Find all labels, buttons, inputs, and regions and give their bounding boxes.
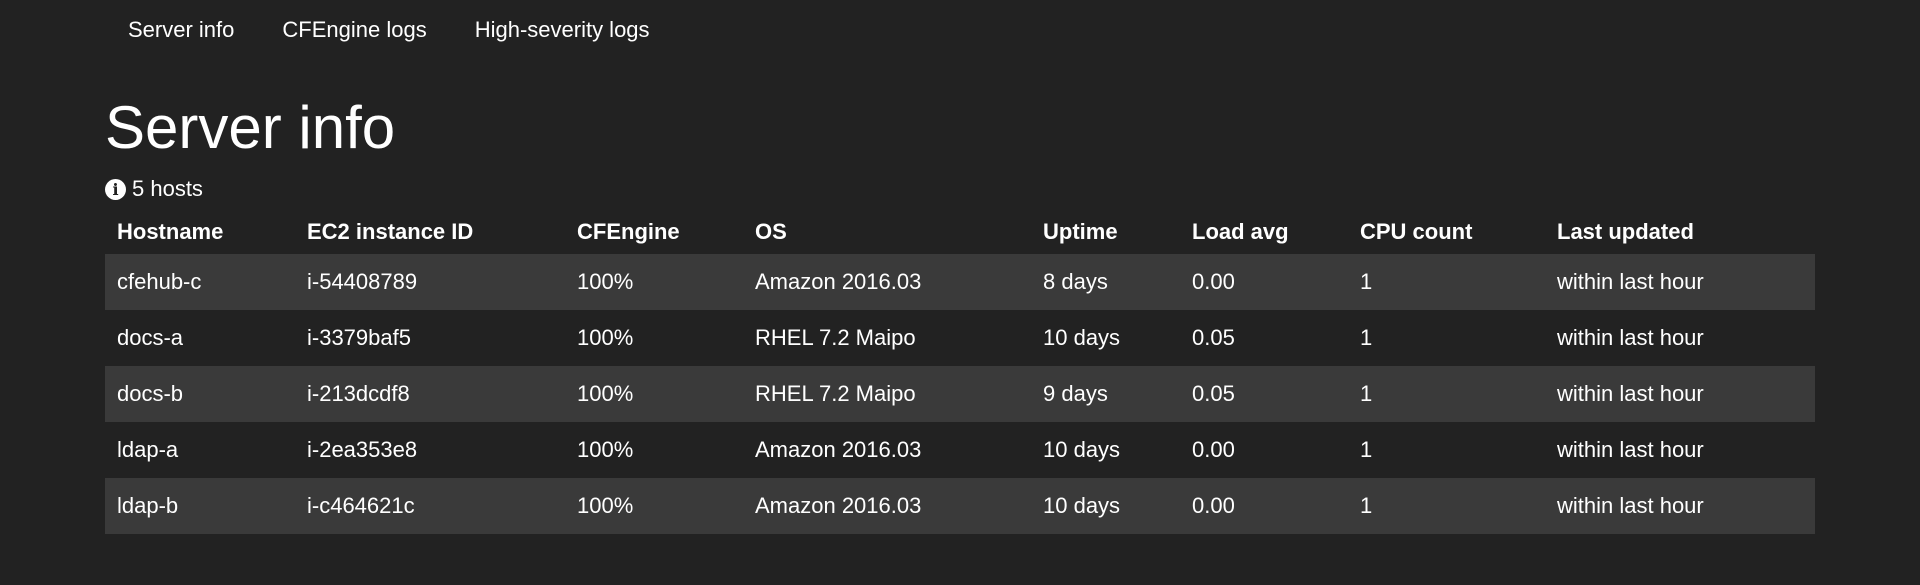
cell-cpu-count: 1	[1360, 437, 1373, 462]
cell-cpu-count: 1	[1360, 325, 1373, 350]
cell-uptime: 9 days	[1043, 381, 1108, 406]
cell-last-updated: within last hour	[1557, 381, 1704, 406]
cell-load-avg: 0.05	[1192, 325, 1235, 350]
cell-last-updated: within last hour	[1557, 325, 1704, 350]
cell-hostname: docs-b	[117, 381, 184, 406]
cell-os: RHEL 7.2 Maipo	[755, 381, 916, 406]
cell-cpu-count: 1	[1360, 493, 1373, 518]
table-header-row: Hostname EC2 instance ID CFEngine OS Upt…	[105, 210, 1815, 254]
top-navbar: Server info CFEngine logs High-severity …	[110, 0, 680, 60]
cell-uptime: 10 days	[1043, 493, 1121, 518]
table-row: docs-a i-3379baf5 100% RHEL 7.2 Maipo 10…	[105, 310, 1815, 366]
cell-ec2-instance-id: i-213dcdf8	[307, 381, 410, 406]
cell-cpu-count: 1	[1360, 269, 1373, 294]
cell-os: Amazon 2016.03	[755, 493, 922, 518]
column-header-os: OS	[755, 219, 787, 244]
cell-ec2-instance-id: i-3379baf5	[307, 325, 411, 350]
server-table: Hostname EC2 instance ID CFEngine OS Upt…	[105, 210, 1815, 534]
cell-uptime: 10 days	[1043, 437, 1121, 462]
host-count: i 5 hosts	[105, 174, 1815, 204]
cell-load-avg: 0.00	[1192, 437, 1235, 462]
cell-ec2-instance-id: i-2ea353e8	[307, 437, 418, 462]
cell-hostname: docs-a	[117, 325, 184, 350]
column-header-cfengine: CFEngine	[577, 219, 680, 244]
table-row: ldap-a i-2ea353e8 100% Amazon 2016.03 10…	[105, 422, 1815, 478]
cell-uptime: 10 days	[1043, 325, 1121, 350]
cell-load-avg: 0.00	[1192, 493, 1235, 518]
cell-ec2-instance-id: i-c464621c	[307, 493, 415, 518]
cell-uptime: 8 days	[1043, 269, 1108, 294]
column-header-ec2-instance-id: EC2 instance ID	[307, 219, 474, 244]
table-row: ldap-b i-c464621c 100% Amazon 2016.03 10…	[105, 478, 1815, 534]
cell-last-updated: within last hour	[1557, 493, 1704, 518]
info-circle-icon: i	[105, 178, 126, 200]
nav-link-cfengine-logs[interactable]: CFEngine logs	[264, 17, 444, 43]
nav-link-high-severity-logs[interactable]: High-severity logs	[457, 17, 668, 43]
cell-cfengine: 100%	[577, 269, 634, 294]
column-header-last-updated: Last updated	[1557, 219, 1694, 244]
cell-last-updated: within last hour	[1557, 437, 1704, 462]
column-header-cpu-count: CPU count	[1360, 219, 1473, 244]
cell-load-avg: 0.05	[1192, 381, 1235, 406]
cell-os: RHEL 7.2 Maipo	[755, 325, 916, 350]
column-header-uptime: Uptime	[1043, 219, 1118, 244]
column-header-hostname: Hostname	[117, 219, 224, 244]
cell-hostname: ldap-a	[117, 437, 179, 462]
table-row: cfehub-c i-54408789 100% Amazon 2016.03 …	[105, 254, 1815, 310]
column-header-load-avg: Load avg	[1192, 219, 1289, 244]
cell-os: Amazon 2016.03	[755, 437, 922, 462]
table-row: docs-b i-213dcdf8 100% RHEL 7.2 Maipo 9 …	[105, 366, 1815, 422]
cell-ec2-instance-id: i-54408789	[307, 269, 418, 294]
cell-cfengine: 100%	[577, 381, 634, 406]
cell-hostname: cfehub-c	[117, 269, 202, 294]
cell-cfengine: 100%	[577, 325, 634, 350]
cell-cfengine: 100%	[577, 437, 634, 462]
cell-last-updated: within last hour	[1557, 269, 1704, 294]
cell-load-avg: 0.00	[1192, 269, 1235, 294]
cell-os: Amazon 2016.03	[755, 269, 922, 294]
cell-cfengine: 100%	[577, 493, 634, 518]
main-content: Server info i 5 hosts Hostname EC2 insta…	[105, 88, 1815, 534]
page-title: Server info	[105, 94, 396, 161]
nav-link-server-info[interactable]: Server info	[110, 17, 252, 43]
host-count-text: 5 hosts	[132, 176, 203, 201]
cell-cpu-count: 1	[1360, 381, 1373, 406]
cell-hostname: ldap-b	[117, 493, 179, 518]
